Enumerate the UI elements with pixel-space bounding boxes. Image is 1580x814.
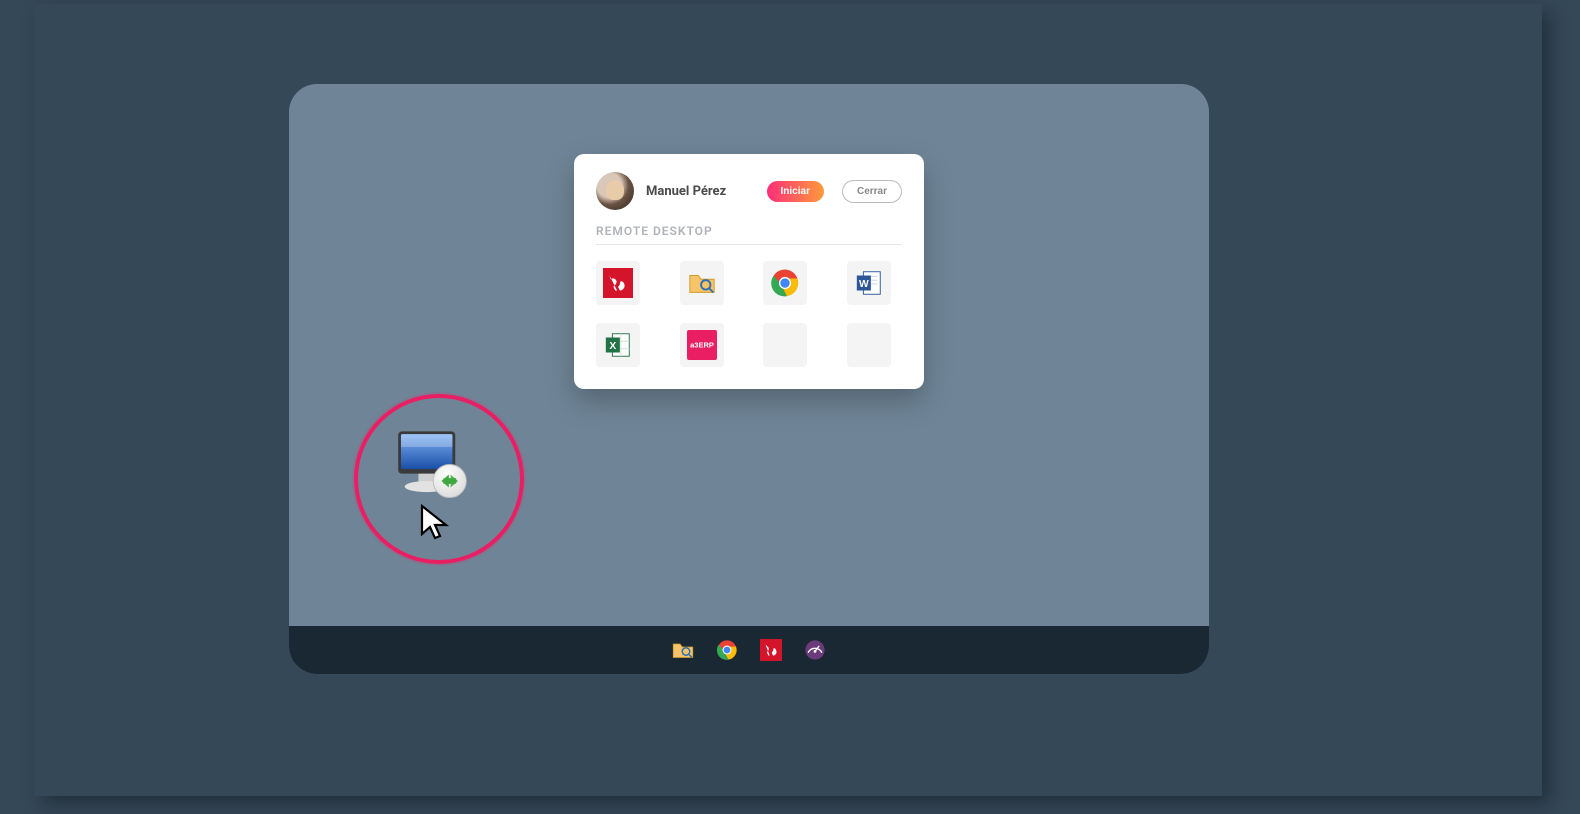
app-word[interactable]: W [847, 261, 891, 305]
outer-frame: Manuel Pérez Iniciar Cerrar REMOTE DESKT… [34, 4, 1542, 796]
avatar [596, 172, 634, 210]
chrome-icon [770, 268, 800, 298]
app-file-explorer[interactable] [680, 261, 724, 305]
chrome-icon [716, 639, 738, 661]
a3erp-icon: a3ERP [687, 330, 717, 360]
gauge-icon [804, 639, 826, 661]
taskbar [289, 626, 1209, 674]
taskbar-chrome[interactable] [715, 638, 739, 662]
remote-desktop-panel: Manuel Pérez Iniciar Cerrar REMOTE DESKT… [574, 154, 924, 389]
section-title: REMOTE DESKTOP [596, 224, 902, 238]
app-empty-2[interactable] [847, 323, 891, 367]
word-icon: W [854, 268, 884, 298]
app-empty-1[interactable] [763, 323, 807, 367]
desktop-area: Manuel Pérez Iniciar Cerrar REMOTE DESKT… [289, 84, 1209, 626]
remote-desktop-icon[interactable] [389, 424, 481, 516]
excel-icon: X [603, 330, 633, 360]
taskbar-file-explorer[interactable] [671, 638, 695, 662]
folder-search-icon [687, 268, 717, 298]
app-a3erp[interactable]: a3ERP [680, 323, 724, 367]
user-name: Manuel Pérez [646, 184, 755, 199]
close-button[interactable]: Cerrar [842, 180, 902, 203]
svg-text:X: X [609, 341, 616, 352]
adobe-reader-icon [603, 268, 633, 298]
a3erp-label: a3ERP [690, 341, 714, 350]
svg-text:W: W [858, 279, 868, 290]
app-adobe-reader[interactable] [596, 261, 640, 305]
taskbar-speed-test[interactable] [803, 638, 827, 662]
folder-search-icon [671, 638, 695, 662]
cursor-icon [419, 504, 453, 544]
app-grid: W X [596, 261, 902, 367]
desktop-window: Manuel Pérez Iniciar Cerrar REMOTE DESKT… [289, 84, 1209, 674]
taskbar-adobe-reader[interactable] [759, 638, 783, 662]
panel-header: Manuel Pérez Iniciar Cerrar [596, 172, 902, 210]
adobe-reader-icon [760, 639, 782, 661]
start-button[interactable]: Iniciar [767, 181, 824, 202]
app-chrome[interactable] [763, 261, 807, 305]
app-excel[interactable]: X [596, 323, 640, 367]
divider [596, 244, 902, 245]
